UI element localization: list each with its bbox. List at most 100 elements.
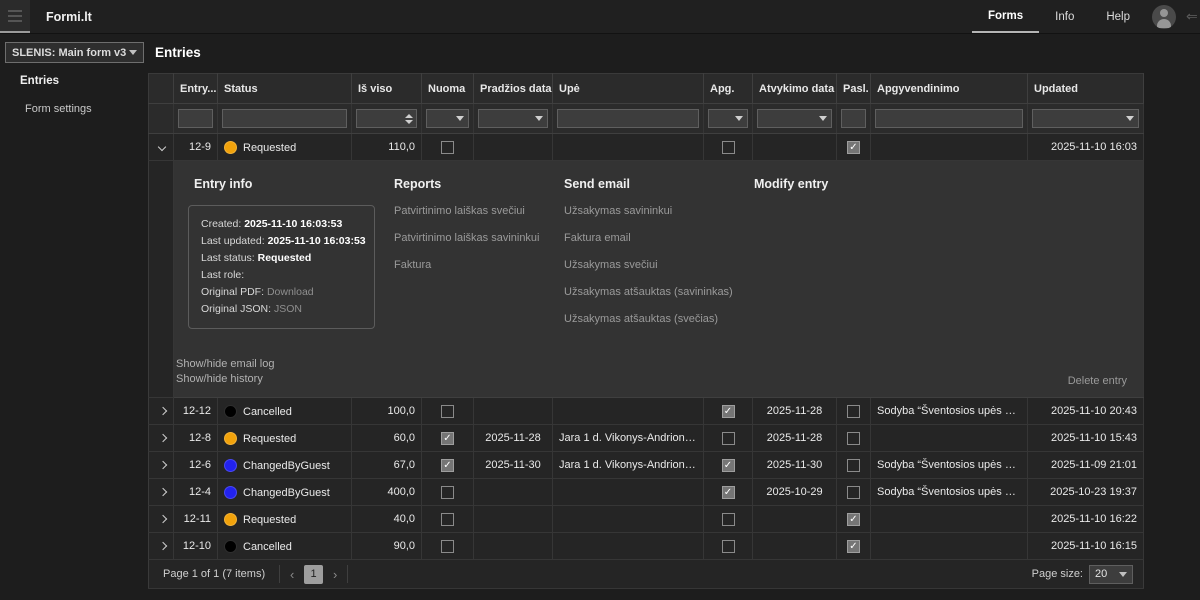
download-json-link[interactable]: JSON xyxy=(274,303,302,315)
delete-entry-link[interactable]: Delete entry xyxy=(1068,375,1129,387)
logout-icon[interactable]: ⇐ xyxy=(1186,8,1200,25)
row-checkbox[interactable] xyxy=(722,459,735,472)
row-checkbox[interactable] xyxy=(847,432,860,445)
row-checkbox[interactable] xyxy=(441,540,454,553)
expand-row-button[interactable] xyxy=(159,488,167,496)
toggle-history-link[interactable]: Show/hide history xyxy=(176,372,274,387)
filter-upe-input[interactable] xyxy=(557,109,699,128)
row-checkbox[interactable] xyxy=(722,540,735,553)
apgyvendinimo-cell xyxy=(871,425,1028,452)
page-size-dropdown[interactable]: 20 xyxy=(1089,565,1133,584)
row-checkbox[interactable] xyxy=(441,405,454,418)
row-checkbox[interactable] xyxy=(847,513,860,526)
download-pdf-link[interactable]: Download xyxy=(267,286,314,298)
expand-row-button[interactable] xyxy=(159,407,167,415)
column-header[interactable]: Apg. xyxy=(704,74,753,104)
atvykimo-data-cell: 2025-11-28 xyxy=(753,398,837,425)
row-checkbox[interactable] xyxy=(441,432,454,445)
spin-up-icon[interactable] xyxy=(405,114,413,118)
send-email-link[interactable]: Užsakymas svečiui xyxy=(564,259,754,271)
next-page-button[interactable]: › xyxy=(326,565,344,583)
row-checkbox[interactable] xyxy=(722,486,735,499)
upe-cell xyxy=(553,134,704,161)
column-header[interactable]: Apgyvendinimo xyxy=(871,74,1028,104)
expand-row-button[interactable] xyxy=(159,461,167,469)
column-header[interactable]: Pradžios data xyxy=(474,74,553,104)
prev-page-button[interactable]: ‹ xyxy=(283,565,301,583)
expand-row-button[interactable] xyxy=(159,542,167,550)
table-row: 12-12Cancelled100,02025-11-28Sodyba “Šve… xyxy=(149,398,1144,425)
row-checkbox[interactable] xyxy=(722,141,735,154)
status-dot-icon xyxy=(224,540,237,553)
column-header[interactable]: Atvykimo data xyxy=(753,74,837,104)
filter-apg-dropdown[interactable] xyxy=(708,109,748,128)
filter-pasl-input[interactable] xyxy=(841,109,866,128)
spin-down-icon[interactable] xyxy=(405,120,413,124)
filter-isviso-spinner[interactable] xyxy=(356,109,417,128)
send-email-link[interactable]: Užsakymas atšauktas (savininkas) xyxy=(564,286,754,298)
page-number-button[interactable]: 1 xyxy=(304,565,323,584)
nav-forms[interactable]: Forms xyxy=(972,0,1039,33)
modify-entry-section: Modify entry xyxy=(754,177,1129,357)
filter-nuoma-dropdown[interactable] xyxy=(426,109,469,128)
send-email-link[interactable]: Užsakymas savininkui xyxy=(564,205,754,217)
report-link[interactable]: Patvirtinimo laiškas savininkui xyxy=(394,232,564,244)
nav-info[interactable]: Info xyxy=(1039,0,1090,33)
filter-atvykimo-data-dropdown[interactable] xyxy=(757,109,832,128)
entry-id-cell: 12-11 xyxy=(174,506,218,533)
sidebar-item-entries[interactable]: Entries xyxy=(0,67,148,95)
total-cell: 40,0 xyxy=(352,506,422,533)
main-content: Entries Entry...StatusIš visoNuomaPradži… xyxy=(148,35,1200,600)
hamburger-menu-icon[interactable] xyxy=(0,0,30,33)
last-status-value: Requested xyxy=(258,252,312,264)
column-header[interactable]: Entry... xyxy=(174,74,218,104)
row-checkbox[interactable] xyxy=(722,405,735,418)
total-cell: 60,0 xyxy=(352,425,422,452)
entry-id-cell: 12-9 xyxy=(174,134,218,161)
user-avatar-icon[interactable] xyxy=(1152,5,1176,29)
nav-help[interactable]: Help xyxy=(1090,0,1146,33)
atvykimo-data-cell: 2025-11-30 xyxy=(753,452,837,479)
updated-cell: 2025-11-10 20:43 xyxy=(1028,398,1144,425)
row-checkbox[interactable] xyxy=(441,486,454,499)
entry-info-section: Entry info Created: 2025-11-10 16:03:53 … xyxy=(194,177,394,357)
row-checkbox[interactable] xyxy=(847,486,860,499)
filter-status-input[interactable] xyxy=(222,109,347,128)
report-link[interactable]: Faktura xyxy=(394,259,564,271)
status-cell: Cancelled xyxy=(218,533,352,560)
form-selector-dropdown[interactable]: SLENIS: Main form v3 xyxy=(5,42,144,63)
expand-row-button[interactable] xyxy=(158,143,166,151)
column-header[interactable]: Pasl. xyxy=(837,74,871,104)
send-email-link[interactable]: Užsakymas atšauktas (svečias) xyxy=(564,313,754,325)
send-email-link[interactable]: Faktura email xyxy=(564,232,754,244)
row-checkbox[interactable] xyxy=(847,405,860,418)
column-header[interactable]: Updated xyxy=(1028,74,1144,104)
table-row: 12-9Requested110,02025-11-10 16:03 xyxy=(149,134,1144,161)
column-header[interactable]: Nuoma xyxy=(422,74,474,104)
filter-apgyvendinimo-input[interactable] xyxy=(875,109,1023,128)
sidebar-item-form-settings[interactable]: Form settings xyxy=(0,95,148,123)
filter-pradzios-data-dropdown[interactable] xyxy=(478,109,548,128)
row-checkbox[interactable] xyxy=(722,432,735,445)
column-header[interactable]: Iš viso xyxy=(352,74,422,104)
column-header[interactable]: Status xyxy=(218,74,352,104)
row-checkbox[interactable] xyxy=(441,459,454,472)
row-checkbox[interactable] xyxy=(847,540,860,553)
report-link[interactable]: Patvirtinimo laiškas svečiui xyxy=(394,205,564,217)
entry-id-cell: 12-4 xyxy=(174,479,218,506)
pradzios-data-cell: 2025-11-28 xyxy=(474,425,553,452)
status-cell: ChangedByGuest xyxy=(218,452,352,479)
column-header[interactable]: Upė xyxy=(553,74,704,104)
original-pdf-label: Original PDF: xyxy=(201,286,264,298)
row-checkbox[interactable] xyxy=(847,141,860,154)
toggle-email-log-link[interactable]: Show/hide email log xyxy=(176,357,274,372)
filter-updated-dropdown[interactable] xyxy=(1032,109,1139,128)
filter-entry-input[interactable] xyxy=(178,109,213,128)
row-checkbox[interactable] xyxy=(441,513,454,526)
row-checkbox[interactable] xyxy=(722,513,735,526)
row-checkbox[interactable] xyxy=(441,141,454,154)
total-cell: 110,0 xyxy=(352,134,422,161)
expand-row-button[interactable] xyxy=(159,434,167,442)
expand-row-button[interactable] xyxy=(159,515,167,523)
row-checkbox[interactable] xyxy=(847,459,860,472)
